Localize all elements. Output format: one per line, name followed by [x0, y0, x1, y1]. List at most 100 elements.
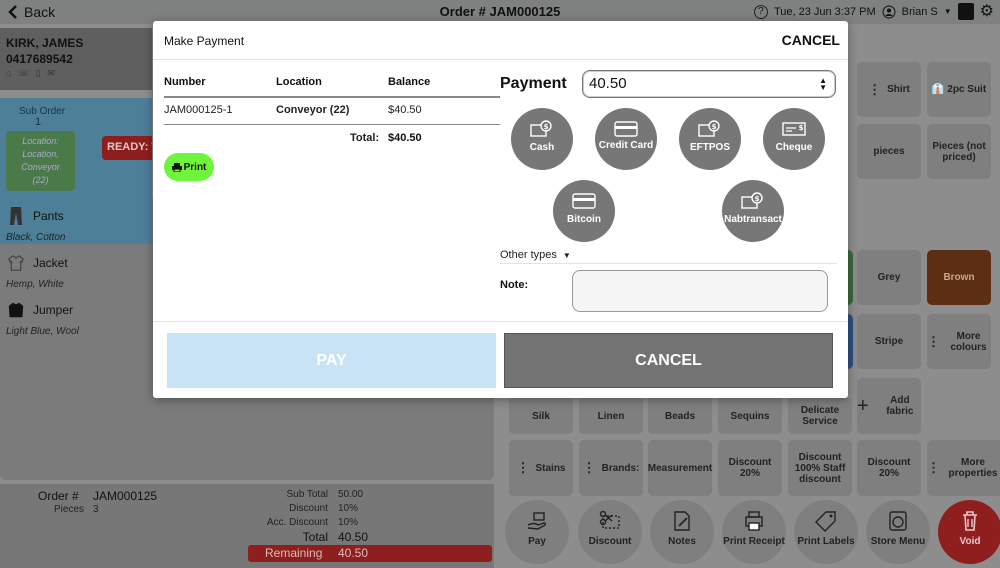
note-label: Note:	[500, 279, 529, 291]
suborder-number: 1	[35, 116, 42, 128]
tile-pieces-not-priced[interactable]: Pieces (not priced)	[927, 124, 991, 179]
tile-measurement[interactable]: Measurement	[648, 440, 712, 496]
tile-beads[interactable]: Beads	[648, 398, 712, 434]
action-label: Store Menu	[870, 536, 926, 547]
note-field[interactable]	[572, 270, 828, 312]
other-types-label: Other types	[500, 249, 557, 261]
print-button[interactable]: Print	[164, 153, 214, 181]
order-summary: Order # JAM000125 Pieces 3 Sub Total 50.…	[0, 484, 494, 568]
credit-card-method-button[interactable]: Credit Card	[595, 108, 657, 170]
help-icon[interactable]: ?	[753, 4, 768, 19]
tile-shirt[interactable]: ⋮ Shirt	[857, 62, 921, 117]
print-receipt-action-button[interactable]: Print Receipt	[722, 500, 786, 564]
location-line: Location,	[22, 149, 59, 159]
action-label: Pay	[528, 536, 546, 547]
credit-card-icon	[614, 121, 638, 137]
user-icon	[882, 5, 896, 18]
status-badge[interactable]: READY: W	[102, 136, 152, 160]
tile-brands[interactable]: ⋮ Brands:	[579, 440, 643, 496]
tile-2pc-suit[interactable]: 👔 2pc Suit	[927, 62, 991, 117]
void-action-button[interactable]: Void	[938, 500, 1000, 564]
location-line: Conveyor	[21, 162, 60, 172]
tile-discount-20-a[interactable]: Discount 20%	[718, 440, 782, 496]
eftpos-method-button[interactable]: $ EFTPOS	[679, 108, 741, 170]
home-icon: ⌂	[6, 68, 14, 78]
tile-stripe[interactable]: Stripe	[857, 314, 921, 369]
tile-label: Shirt	[887, 84, 910, 95]
garment-name: Jumper	[33, 303, 74, 317]
tile-silk[interactable]: Silk	[509, 398, 573, 434]
bitcoin-method-button[interactable]: Bitcoin	[553, 180, 615, 242]
more-dots-icon: ⋮	[516, 460, 530, 475]
total-value: 40.50	[338, 530, 369, 544]
washing-machine-icon	[889, 511, 907, 531]
discount-label: Discount	[289, 503, 328, 514]
tile-label: Grey	[877, 272, 901, 283]
tile-stains[interactable]: ⋮ Stains	[509, 440, 573, 496]
location-line: (22)	[32, 175, 49, 185]
caret-down-icon: ▼	[562, 251, 571, 260]
location-box[interactable]: Location: Location, Conveyor (22)	[6, 131, 75, 191]
cancel-button[interactable]: CANCEL	[504, 333, 833, 388]
tile-more-properties[interactable]: ⋮ More properties	[927, 440, 1000, 496]
action-label: Discount	[588, 536, 632, 547]
pants-icon	[10, 207, 22, 225]
nabtransact-method-button[interactable]: $ Nabtransact	[722, 180, 784, 242]
divider	[153, 59, 848, 60]
tile-delicate-service[interactable]: Delicate Service	[788, 398, 852, 434]
payment-amount-value: 40.50	[589, 75, 627, 92]
store-menu-action-button[interactable]: Store Menu	[866, 500, 930, 564]
discount-value: 10%	[338, 503, 359, 514]
tile-brown[interactable]: Brown	[927, 250, 991, 305]
column-header: Balance	[388, 76, 431, 88]
pieces-count: 3	[93, 504, 99, 515]
tile-discount-staff[interactable]: Discount 100% Staff discount	[788, 440, 852, 496]
caret-down-icon[interactable]: ▼	[944, 7, 952, 16]
customer-card[interactable]: KIRK, JAMES 0417689542 ⌂ ☏ ▯ ✉	[0, 28, 152, 90]
discount-action-button[interactable]: Discount	[578, 500, 642, 564]
divider	[153, 321, 848, 322]
dialog-cancel-link[interactable]: CANCEL	[782, 32, 840, 48]
column-header: Number	[164, 76, 206, 88]
cheque-icon: $	[782, 122, 806, 136]
note-pencil-icon	[674, 511, 690, 531]
tile-pieces[interactable]: pieces	[857, 124, 921, 179]
printer-icon	[171, 162, 182, 172]
tile-more-colours[interactable]: ⋮ More colours	[927, 314, 991, 369]
notes-action-button[interactable]: Notes	[650, 500, 714, 564]
tile-discount-20-b[interactable]: Discount 20%	[857, 440, 921, 496]
order-number: JAM000125	[93, 489, 158, 503]
table-cell: JAM000125-1	[164, 104, 233, 116]
tile-linen[interactable]: Linen	[579, 398, 643, 434]
phone-icon: ☏	[17, 68, 32, 78]
pay-button[interactable]: PAY	[167, 333, 496, 388]
print-labels-action-button[interactable]: Print Labels	[794, 500, 858, 564]
cheque-method-button[interactable]: $ Cheque	[763, 108, 825, 170]
gear-icon[interactable]: ⚙	[980, 3, 994, 20]
mobile-icon: ▯	[35, 68, 43, 78]
list-item[interactable]: Pants Black, Cotton	[0, 198, 152, 244]
method-label: EFTPOS	[689, 142, 730, 153]
tile-add-fabric[interactable]: + Add fabric	[857, 378, 921, 434]
location-line: Location:	[22, 136, 59, 146]
register-icon[interactable]	[957, 3, 974, 20]
stepper-icon[interactable]: ▲ ▼	[819, 77, 827, 92]
list-item[interactable]: Jacket Hemp, White	[0, 245, 152, 291]
method-label: Cash	[529, 142, 555, 153]
pay-action-button[interactable]: Pay	[505, 500, 569, 564]
garment-details: Black, Cotton	[6, 232, 66, 243]
plus-icon: +	[857, 394, 869, 417]
tile-label: More colours	[950, 330, 987, 353]
user-name[interactable]: Brian S	[902, 6, 938, 18]
datetime: Tue, 23 Jun 3:37 PM	[773, 5, 876, 18]
payment-amount-input[interactable]: 40.50 ▲ ▼	[582, 70, 836, 98]
cash-icon: $	[530, 120, 552, 137]
other-types-dropdown[interactable]: Other types ▼	[500, 249, 571, 261]
tile-grey[interactable]: Grey	[857, 250, 921, 305]
scissors-coupon-icon	[599, 510, 620, 529]
tile-label: Pieces (not priced)	[932, 140, 986, 163]
list-item[interactable]: Jumper Light Blue, Wool	[0, 292, 152, 338]
cash-method-button[interactable]: $ Cash	[511, 108, 573, 170]
tile-sequins[interactable]: Sequins	[718, 398, 782, 434]
garment-details: Hemp, White	[6, 279, 64, 290]
